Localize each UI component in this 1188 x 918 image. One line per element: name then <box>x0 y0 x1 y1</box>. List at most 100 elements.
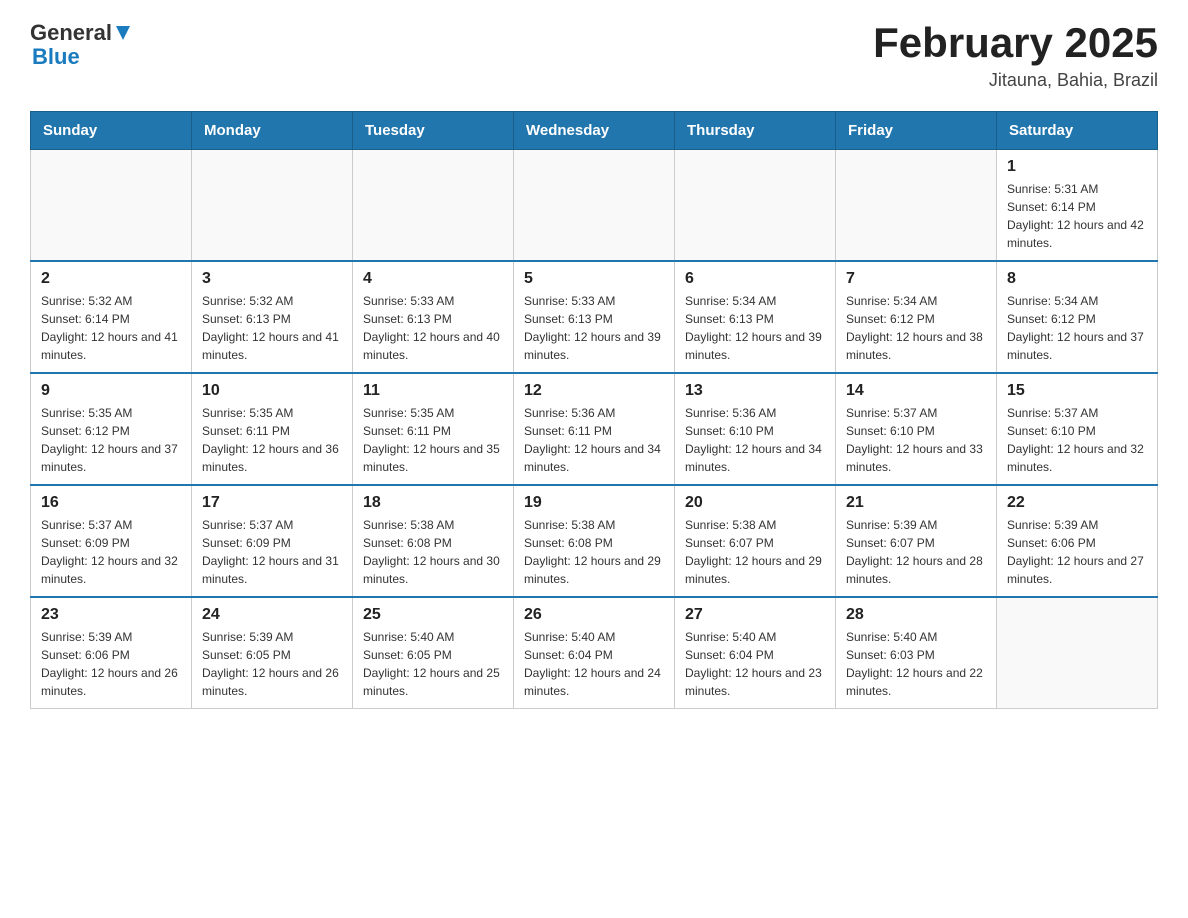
weekday-header-tuesday: Tuesday <box>353 112 514 150</box>
page-header: General Blue February 2025 Jitauna, Bahi… <box>30 20 1158 91</box>
calendar-day-cell: 11 Sunrise: 5:35 AM Sunset: 6:11 PM Dayli… <box>353 373 514 485</box>
calendar-day-cell: 4 Sunrise: 5:33 AM Sunset: 6:13 PM Daylig… <box>353 261 514 373</box>
day-info: Sunrise: 5:40 AM Sunset: 6:04 PM Dayligh… <box>524 628 664 700</box>
day-info: Sunrise: 5:31 AM Sunset: 6:14 PM Dayligh… <box>1007 180 1147 252</box>
day-number: 19 <box>524 494 664 512</box>
day-info: Sunrise: 5:39 AM Sunset: 6:06 PM Dayligh… <box>41 628 181 700</box>
calendar-day-cell: 19Sunrise: 5:38 AM Sunset: 6:08 PM Dayli… <box>514 485 675 597</box>
day-info: Sunrise: 5:36 AM Sunset: 6:10 PM Dayligh… <box>685 404 825 476</box>
day-info: Sunrise: 5:38 AM Sunset: 6:07 PM Dayligh… <box>685 516 825 588</box>
calendar-day-cell <box>514 150 675 262</box>
calendar-day-cell: 24 Sunrise: 5:39 AM Sunset: 6:05 PM Dayli… <box>192 597 353 709</box>
day-number: 4 <box>363 270 503 288</box>
calendar-day-cell <box>31 150 192 262</box>
weekday-header-monday: Monday <box>192 112 353 150</box>
day-info: Sunrise: 5:40 AM Sunset: 6:03 PM Dayligh… <box>846 628 986 700</box>
calendar-day-cell <box>353 150 514 262</box>
day-number: 21 <box>846 494 986 512</box>
calendar-day-cell: 18Sunrise: 5:38 AM Sunset: 6:08 PM Dayli… <box>353 485 514 597</box>
calendar-day-cell: 7 Sunrise: 5:34 AM Sunset: 6:12 PM Daylig… <box>836 261 997 373</box>
calendar-title: February 2025 <box>873 20 1158 66</box>
day-number: 2 <box>41 270 181 288</box>
day-number: 8 <box>1007 270 1147 288</box>
calendar-week-row: 2 Sunrise: 5:32 AM Sunset: 6:14 PM Daylig… <box>31 261 1158 373</box>
calendar-day-cell: 10Sunrise: 5:35 AM Sunset: 6:11 PM Dayli… <box>192 373 353 485</box>
calendar-day-cell: 15Sunrise: 5:37 AM Sunset: 6:10 PM Dayli… <box>997 373 1158 485</box>
day-number: 7 <box>846 270 986 288</box>
calendar-day-cell: 6 Sunrise: 5:34 AM Sunset: 6:13 PM Daylig… <box>675 261 836 373</box>
calendar-day-cell: 28 Sunrise: 5:40 AM Sunset: 6:03 PM Dayli… <box>836 597 997 709</box>
day-info: Sunrise: 5:33 AM Sunset: 6:13 PM Dayligh… <box>524 292 664 364</box>
calendar-day-cell: 5 Sunrise: 5:33 AM Sunset: 6:13 PM Daylig… <box>514 261 675 373</box>
day-info: Sunrise: 5:37 AM Sunset: 6:10 PM Dayligh… <box>846 404 986 476</box>
calendar-day-cell: 8 Sunrise: 5:34 AM Sunset: 6:12 PM Daylig… <box>997 261 1158 373</box>
calendar-day-cell: 26 Sunrise: 5:40 AM Sunset: 6:04 PM Dayli… <box>514 597 675 709</box>
day-number: 3 <box>202 270 342 288</box>
calendar-day-cell: 23 Sunrise: 5:39 AM Sunset: 6:06 PM Dayli… <box>31 597 192 709</box>
day-info: Sunrise: 5:37 AM Sunset: 6:10 PM Dayligh… <box>1007 404 1147 476</box>
day-number: 12 <box>524 382 664 400</box>
day-number: 10 <box>202 382 342 400</box>
calendar-week-row: 1 Sunrise: 5:31 AM Sunset: 6:14 PM Daylig… <box>31 150 1158 262</box>
logo: General Blue <box>30 20 134 70</box>
calendar-day-cell <box>836 150 997 262</box>
weekday-header-friday: Friday <box>836 112 997 150</box>
weekday-header-row: SundayMondayTuesdayWednesdayThursdayFrid… <box>31 112 1158 150</box>
calendar-day-cell: 12 Sunrise: 5:36 AM Sunset: 6:11 PM Dayli… <box>514 373 675 485</box>
day-number: 22 <box>1007 494 1147 512</box>
day-number: 6 <box>685 270 825 288</box>
title-section: February 2025 Jitauna, Bahia, Brazil <box>873 20 1158 91</box>
day-info: Sunrise: 5:39 AM Sunset: 6:05 PM Dayligh… <box>202 628 342 700</box>
calendar-day-cell: 14 Sunrise: 5:37 AM Sunset: 6:10 PM Dayli… <box>836 373 997 485</box>
day-number: 18 <box>363 494 503 512</box>
day-number: 20 <box>685 494 825 512</box>
day-info: Sunrise: 5:34 AM Sunset: 6:12 PM Dayligh… <box>846 292 986 364</box>
day-number: 23 <box>41 606 181 624</box>
weekday-header-saturday: Saturday <box>997 112 1158 150</box>
calendar-day-cell: 21 Sunrise: 5:39 AM Sunset: 6:07 PM Dayli… <box>836 485 997 597</box>
day-number: 1 <box>1007 158 1147 176</box>
day-info: Sunrise: 5:33 AM Sunset: 6:13 PM Dayligh… <box>363 292 503 364</box>
day-number: 28 <box>846 606 986 624</box>
calendar-day-cell: 25 Sunrise: 5:40 AM Sunset: 6:05 PM Dayli… <box>353 597 514 709</box>
calendar-day-cell <box>997 597 1158 709</box>
day-number: 14 <box>846 382 986 400</box>
calendar-day-cell <box>675 150 836 262</box>
weekday-header-sunday: Sunday <box>31 112 192 150</box>
calendar-week-row: 23 Sunrise: 5:39 AM Sunset: 6:06 PM Dayli… <box>31 597 1158 709</box>
calendar-day-cell: 13Sunrise: 5:36 AM Sunset: 6:10 PM Dayli… <box>675 373 836 485</box>
day-number: 27 <box>685 606 825 624</box>
day-info: Sunrise: 5:40 AM Sunset: 6:04 PM Dayligh… <box>685 628 825 700</box>
day-info: Sunrise: 5:34 AM Sunset: 6:12 PM Dayligh… <box>1007 292 1147 364</box>
day-info: Sunrise: 5:32 AM Sunset: 6:14 PM Dayligh… <box>41 292 181 364</box>
day-info: Sunrise: 5:40 AM Sunset: 6:05 PM Dayligh… <box>363 628 503 700</box>
calendar-day-cell: 1 Sunrise: 5:31 AM Sunset: 6:14 PM Daylig… <box>997 150 1158 262</box>
day-number: 25 <box>363 606 503 624</box>
calendar-day-cell: 2 Sunrise: 5:32 AM Sunset: 6:14 PM Daylig… <box>31 261 192 373</box>
day-info: Sunrise: 5:34 AM Sunset: 6:13 PM Dayligh… <box>685 292 825 364</box>
day-info: Sunrise: 5:32 AM Sunset: 6:13 PM Dayligh… <box>202 292 342 364</box>
logo-triangle-icon <box>112 22 134 44</box>
calendar-day-cell: 27 Sunrise: 5:40 AM Sunset: 6:04 PM Dayli… <box>675 597 836 709</box>
calendar-week-row: 9 Sunrise: 5:35 AM Sunset: 6:12 PM Daylig… <box>31 373 1158 485</box>
calendar-day-cell: 3 Sunrise: 5:32 AM Sunset: 6:13 PM Daylig… <box>192 261 353 373</box>
day-number: 26 <box>524 606 664 624</box>
day-number: 16 <box>41 494 181 512</box>
day-number: 17 <box>202 494 342 512</box>
day-info: Sunrise: 5:35 AM Sunset: 6:11 PM Dayligh… <box>363 404 503 476</box>
calendar-day-cell: 9 Sunrise: 5:35 AM Sunset: 6:12 PM Daylig… <box>31 373 192 485</box>
calendar-day-cell: 22Sunrise: 5:39 AM Sunset: 6:06 PM Dayli… <box>997 485 1158 597</box>
day-info: Sunrise: 5:37 AM Sunset: 6:09 PM Dayligh… <box>202 516 342 588</box>
day-number: 24 <box>202 606 342 624</box>
calendar-subtitle: Jitauna, Bahia, Brazil <box>873 70 1158 91</box>
day-info: Sunrise: 5:36 AM Sunset: 6:11 PM Dayligh… <box>524 404 664 476</box>
calendar-week-row: 16 Sunrise: 5:37 AM Sunset: 6:09 PM Dayli… <box>31 485 1158 597</box>
day-info: Sunrise: 5:35 AM Sunset: 6:12 PM Dayligh… <box>41 404 181 476</box>
weekday-header-thursday: Thursday <box>675 112 836 150</box>
day-number: 5 <box>524 270 664 288</box>
calendar-day-cell: 20 Sunrise: 5:38 AM Sunset: 6:07 PM Dayli… <box>675 485 836 597</box>
logo-text-general: General <box>30 20 112 46</box>
day-number: 11 <box>363 382 503 400</box>
day-number: 9 <box>41 382 181 400</box>
day-info: Sunrise: 5:39 AM Sunset: 6:07 PM Dayligh… <box>846 516 986 588</box>
